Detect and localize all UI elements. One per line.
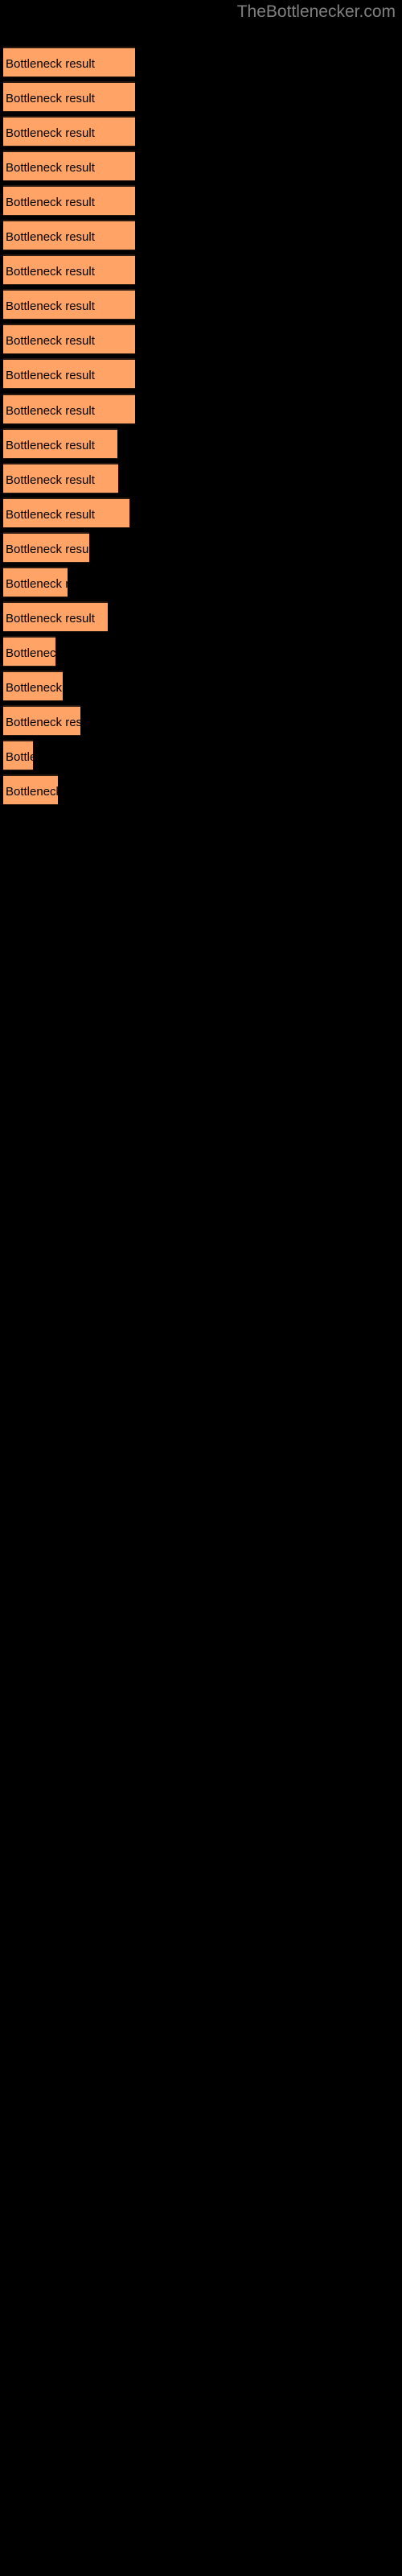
bar-label: Bottleneck result [6, 265, 95, 279]
bottleneck-result-bar[interactable]: Bottleneck result [3, 497, 129, 528]
bar-label: Bottleneck result [6, 543, 89, 556]
bar-label: Bottleneck result [6, 681, 63, 695]
bar-label: Bottleneck result [6, 404, 95, 418]
bar-label: Bottleneck result [6, 369, 95, 382]
bar-label: Bottleneck result [6, 299, 95, 313]
bottleneck-result-bar[interactable]: Bottleneck result [3, 254, 135, 285]
bottleneck-result-bar[interactable]: Bottleneck result [3, 601, 108, 632]
bar-row: Bottleneck result [3, 394, 135, 424]
bottleneck-result-bar[interactable]: Bottleneck result [3, 567, 68, 597]
bar-row: Bottleneck result [3, 220, 135, 250]
bar-label: Bottleneck result [6, 646, 55, 660]
bar-label: Bottleneck result [6, 473, 95, 487]
bar-label: Bottleneck result [6, 439, 95, 452]
bar-row: Bottleneck result [3, 428, 117, 459]
bottleneck-result-bar[interactable]: Bottleneck result [3, 185, 135, 216]
bottleneck-result-bar[interactable]: Bottleneck result [3, 81, 135, 112]
bar-row: Bottleneck result [3, 289, 135, 320]
bar-label: Bottleneck result [6, 126, 95, 140]
bottleneck-result-bar[interactable]: Bottleneck result [3, 220, 135, 250]
bar-label: Bottleneck result [6, 716, 80, 729]
bar-row: Bottleneck result [3, 463, 118, 493]
bar-row: Bottleneck result [3, 740, 33, 770]
bar-label: Bottleneck result [6, 196, 95, 209]
bar-label: Bottleneck result [6, 57, 95, 71]
bar-row: Bottleneck result [3, 567, 68, 597]
bar-row: Bottleneck result [3, 497, 129, 528]
bar-row: Bottleneck result [3, 151, 135, 181]
bottleneck-result-bar[interactable]: Bottleneck result [3, 151, 135, 181]
bar-row: Bottleneck result [3, 774, 58, 805]
bar-label: Bottleneck result [6, 577, 68, 591]
bar-label: Bottleneck result [6, 230, 95, 244]
bottleneck-result-bar[interactable]: Bottleneck result [3, 671, 63, 701]
bar-label: Bottleneck result [6, 508, 95, 522]
bar-row: Bottleneck result [3, 116, 135, 147]
bar-label: Bottleneck result [6, 785, 58, 799]
bottleneck-result-bar[interactable]: Bottleneck result [3, 428, 117, 459]
bottleneck-result-bar[interactable]: Bottleneck result [3, 358, 135, 389]
bar-label: Bottleneck result [6, 161, 95, 175]
bar-row: Bottleneck result [3, 671, 63, 701]
bottleneck-result-bar[interactable]: Bottleneck result [3, 636, 55, 667]
bottleneck-result-bar[interactable]: Bottleneck result [3, 740, 33, 770]
bar-label: Bottleneck result [6, 92, 95, 105]
bottleneck-result-bar[interactable]: Bottleneck result [3, 532, 89, 563]
bottleneck-result-bar[interactable]: Bottleneck result [3, 774, 58, 805]
bottleneck-result-bar[interactable]: Bottleneck result [3, 47, 135, 77]
bar-row: Bottleneck result [3, 47, 135, 77]
bar-label: Bottleneck result [6, 750, 33, 764]
bar-row: Bottleneck result [3, 324, 135, 354]
bar-row: Bottleneck result [3, 636, 55, 667]
bar-label: Bottleneck result [6, 334, 95, 348]
bar-row: Bottleneck result [3, 601, 108, 632]
bar-row: Bottleneck result [3, 532, 89, 563]
bottleneck-result-bar[interactable]: Bottleneck result [3, 289, 135, 320]
bar-row: Bottleneck result [3, 185, 135, 216]
bottleneck-result-bar[interactable]: Bottleneck result [3, 463, 118, 493]
bottleneck-bar-chart: Bottleneck result Bottleneck result Bottle… [0, 0, 402, 2576]
bottleneck-result-bar[interactable]: Bottleneck result [3, 394, 135, 424]
bar-row: Bottleneck result [3, 254, 135, 285]
bar-row: Bottleneck result [3, 81, 135, 112]
bottleneck-result-bar[interactable]: Bottleneck result [3, 324, 135, 354]
bottleneck-result-bar[interactable]: Bottleneck result [3, 705, 80, 736]
bar-row: Bottleneck result [3, 705, 80, 736]
bar-row: Bottleneck result [3, 358, 135, 389]
bottleneck-result-bar[interactable]: Bottleneck result [3, 116, 135, 147]
bar-label: Bottleneck result [6, 612, 95, 625]
